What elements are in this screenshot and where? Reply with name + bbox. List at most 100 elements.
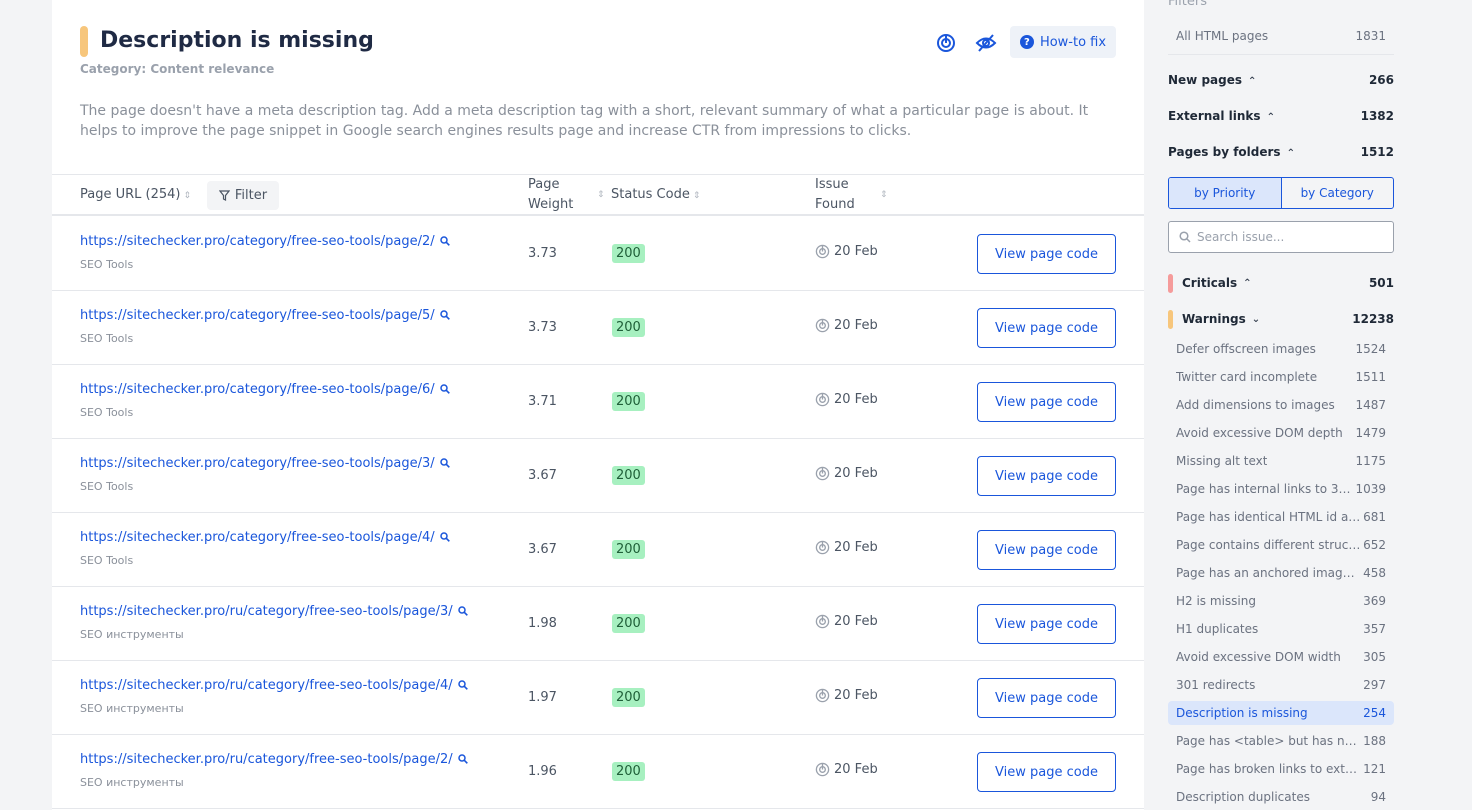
table-row: https://sitechecker.pro/category/free-se… [52, 513, 1144, 587]
issue-found: 20 Feb [815, 392, 878, 407]
page-url-link[interactable]: https://sitechecker.pro/category/free-se… [80, 308, 450, 323]
sidebar-issue-item[interactable]: H2 is missing 369 [1168, 589, 1394, 613]
warnings-section[interactable]: Warnings ⌄ 12238 [1168, 309, 1394, 329]
sidebar-issue-item[interactable]: Page has internal links to 3xx ... 1039 [1168, 477, 1394, 501]
page-folder: SEO Tools [80, 406, 134, 419]
page-folder: SEO Tools [80, 258, 134, 271]
filter-button[interactable]: Filter [207, 181, 279, 210]
sidebar-issue-item[interactable]: Page has broken links to exter... 121 [1168, 757, 1394, 781]
criticals-section[interactable]: Criticals ⌃ 501 [1168, 273, 1394, 293]
search-issue-input[interactable] [1197, 230, 1377, 244]
severity-bar [80, 26, 88, 57]
by-priority-tab[interactable]: by Priority [1169, 178, 1282, 208]
view-page-code-button[interactable]: View page code [977, 234, 1116, 274]
page-url-link[interactable]: https://sitechecker.pro/category/free-se… [80, 456, 450, 471]
page-weight: 1.97 [528, 690, 557, 705]
sidebar-issue-item[interactable]: Missing alt text 1175 [1168, 449, 1394, 473]
table-row: https://sitechecker.pro/category/free-se… [52, 439, 1144, 513]
page-url-link[interactable]: https://sitechecker.pro/category/free-se… [80, 234, 450, 249]
how-to-fix-button[interactable]: ? How-to fix [1010, 26, 1116, 58]
chevron-up-icon: ⌃ [1248, 76, 1257, 87]
new-pages-section[interactable]: New pages ⌃ 266 [1168, 70, 1394, 90]
table-row: https://sitechecker.pro/category/free-se… [52, 217, 1144, 291]
search-icon[interactable] [439, 310, 450, 320]
question-icon: ? [1019, 35, 1034, 49]
status-badge: 200 [612, 762, 645, 781]
status-badge: 200 [612, 392, 645, 411]
history-icon[interactable] [934, 31, 958, 55]
table-row: https://sitechecker.pro/category/free-se… [52, 365, 1144, 439]
sidebar-issue-item[interactable]: Avoid excessive DOM depth 1479 [1168, 421, 1394, 445]
pages-by-folders-section[interactable]: Pages by folders ⌃ 1512 [1168, 142, 1394, 162]
page-url-link[interactable]: https://sitechecker.pro/ru/category/free… [80, 678, 468, 693]
history-icon [815, 762, 830, 777]
by-category-tab[interactable]: by Category [1282, 178, 1394, 208]
hide-issue-icon[interactable] [974, 31, 998, 55]
sidebar-issue-item[interactable]: 301 redirects 297 [1168, 673, 1394, 697]
page-url-link[interactable]: https://sitechecker.pro/ru/category/free… [80, 604, 468, 619]
external-links-section[interactable]: External links ⌃ 1382 [1168, 106, 1394, 126]
sidebar-issue-item[interactable]: Add dimensions to images 1487 [1168, 393, 1394, 417]
sidebar-issue-item[interactable]: H1 duplicates 357 [1168, 617, 1394, 641]
critical-severity-bar [1168, 273, 1173, 293]
search-icon[interactable] [457, 606, 468, 616]
view-page-code-button[interactable]: View page code [977, 604, 1116, 644]
filter-icon [218, 190, 230, 201]
issue-found: 20 Feb [815, 318, 878, 333]
search-icon[interactable] [439, 458, 450, 468]
search-icon[interactable] [439, 532, 450, 542]
page-url-link[interactable]: https://sitechecker.pro/category/free-se… [80, 382, 450, 397]
chevron-down-icon: ⌄ [1251, 313, 1261, 325]
history-icon [815, 244, 830, 259]
chevron-up-icon: ⌃ [1286, 148, 1295, 159]
sidebar-issue-item[interactable]: Page has an anchored image ... 458 [1168, 561, 1394, 585]
view-page-code-button[interactable]: View page code [977, 456, 1116, 496]
col-page-url[interactable]: Page URL (254) ⇕ [80, 185, 191, 206]
search-issue-field[interactable] [1168, 221, 1394, 253]
view-page-code-button[interactable]: View page code [977, 308, 1116, 348]
sidebar-issue-item[interactable]: Avoid excessive DOM width 305 [1168, 645, 1394, 669]
history-icon [815, 318, 830, 333]
page-weight: 3.73 [528, 246, 557, 261]
sidebar-issue-item[interactable]: Page has identical HTML id att... 681 [1168, 505, 1394, 529]
table-header: Page URL (254) ⇕ Filter Page Weight ⇕ Stat… [52, 174, 1144, 216]
page-weight: 3.67 [528, 542, 557, 557]
divider [1168, 54, 1394, 55]
view-page-code-button[interactable]: View page code [977, 678, 1116, 718]
col-status-code[interactable]: Status Code ⇕ [611, 185, 700, 206]
search-icon[interactable] [439, 384, 450, 394]
sidebar-issue-item[interactable]: Description is missing 254 [1168, 701, 1394, 725]
warning-severity-bar [1168, 309, 1173, 329]
col-page-weight[interactable]: Page Weight ⇕ [528, 175, 606, 215]
sidebar-issue-item[interactable]: Twitter card incomplete 1511 [1168, 365, 1394, 389]
sidebar-issue-item[interactable]: Page has <table> but has no a... 188 [1168, 729, 1394, 753]
grouping-toggle: by Priority by Category [1168, 177, 1394, 209]
issue-found: 20 Feb [815, 762, 878, 777]
page-folder: SEO Tools [80, 332, 134, 345]
status-badge: 200 [612, 318, 645, 337]
search-icon[interactable] [457, 754, 468, 764]
status-badge: 200 [612, 540, 645, 559]
all-html-pages[interactable]: All HTML pages 1831 [1168, 26, 1394, 46]
sidebar-issue-item[interactable]: Defer offscreen images 1524 [1168, 337, 1394, 361]
sidebar-issue-item[interactable]: Description duplicates 94 [1168, 785, 1394, 809]
issue-found: 20 Feb [815, 466, 878, 481]
page-url-link[interactable]: https://sitechecker.pro/category/free-se… [80, 530, 450, 545]
search-icon[interactable] [439, 236, 450, 246]
search-icon[interactable] [457, 680, 468, 690]
page-folder: SEO Tools [80, 554, 134, 567]
col-issue-found[interactable]: Issue Found ⇕ [815, 175, 889, 215]
status-badge: 200 [612, 614, 645, 633]
view-page-code-button[interactable]: View page code [977, 752, 1116, 792]
page-folder: SEO инструменты [80, 776, 184, 789]
history-icon [815, 540, 830, 555]
history-icon [815, 614, 830, 629]
page-weight: 1.98 [528, 616, 557, 631]
page-url-link[interactable]: https://sitechecker.pro/ru/category/free… [80, 752, 468, 767]
issue-found: 20 Feb [815, 688, 878, 703]
view-page-code-button[interactable]: View page code [977, 530, 1116, 570]
status-badge: 200 [612, 466, 645, 485]
table-row: https://sitechecker.pro/ru/category/free… [52, 587, 1144, 661]
sidebar-issue-item[interactable]: Page contains different struct... 652 [1168, 533, 1394, 557]
view-page-code-button[interactable]: View page code [977, 382, 1116, 422]
